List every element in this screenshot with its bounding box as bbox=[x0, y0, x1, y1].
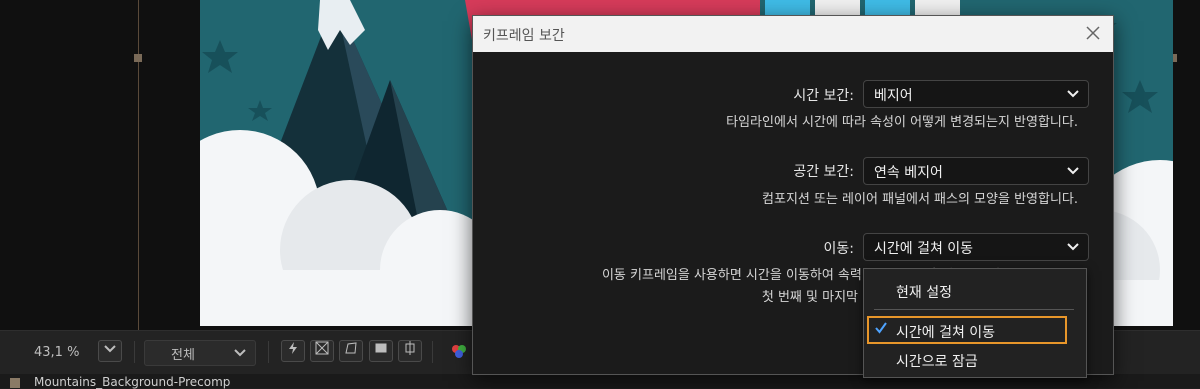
composition-swatch-icon bbox=[10, 378, 20, 388]
roving-label: 이동: bbox=[823, 241, 854, 257]
spatial-interpolation-value: 연속 베지어 bbox=[874, 165, 943, 181]
roving-value: 시간에 걸쳐 이동 bbox=[874, 241, 974, 257]
chevron-down-icon bbox=[234, 349, 246, 357]
toolbar-divider bbox=[268, 341, 269, 363]
chevron-down-icon bbox=[1067, 90, 1079, 98]
dropdown-item-rove-across-time[interactable]: 시간에 걸쳐 이동 bbox=[864, 318, 1086, 344]
checkmark-icon bbox=[875, 322, 887, 334]
roving-description-line2: 첫 번째 및 마지막 bbox=[761, 290, 858, 305]
roving-select[interactable]: 시간에 걸쳐 이동 bbox=[863, 233, 1089, 261]
zoom-dropdown-button[interactable] bbox=[98, 340, 122, 362]
dialog-titlebar[interactable]: 키프레임 보간 bbox=[473, 16, 1113, 52]
temporal-interpolation-select[interactable]: 베지어 bbox=[863, 80, 1089, 108]
timeline-tab-label: Mountains_Background-Precomp bbox=[34, 375, 231, 389]
chevron-down-icon bbox=[1067, 243, 1079, 251]
resolution-value: 전체 bbox=[171, 348, 195, 363]
zoom-level[interactable]: 43,1 % bbox=[34, 345, 79, 360]
layer-handle[interactable] bbox=[134, 54, 142, 62]
spatial-interpolation-select[interactable]: 연속 베지어 bbox=[863, 157, 1089, 185]
dropdown-divider bbox=[874, 309, 1074, 310]
mask-visibility-button[interactable] bbox=[339, 340, 363, 362]
roving-dropdown-menu: 현재 설정 시간에 걸쳐 이동 시간으로 잠금 bbox=[863, 268, 1087, 378]
grid-guides-button[interactable] bbox=[398, 340, 422, 362]
temporal-interpolation-description: 타임라인에서 시간에 따라 속성이 어떻게 변경되는지 반영합니다. bbox=[726, 115, 1078, 130]
region-of-interest-button[interactable] bbox=[369, 340, 393, 362]
dropdown-item-current-settings[interactable]: 현재 설정 bbox=[864, 278, 1086, 304]
chevron-down-icon bbox=[104, 345, 116, 353]
grid-icon bbox=[315, 341, 329, 355]
toolbar-divider bbox=[432, 341, 433, 363]
resolution-select[interactable]: 전체 bbox=[144, 340, 256, 366]
chevron-down-icon bbox=[1067, 167, 1079, 175]
region-icon bbox=[375, 343, 387, 353]
spatial-interpolation-description: 컴포지션 또는 레이어 패널에서 패스의 모양을 반영합니다. bbox=[762, 192, 1078, 207]
mask-path-icon bbox=[345, 342, 357, 354]
spatial-interpolation-label: 공간 보간: bbox=[793, 164, 854, 180]
temporal-interpolation-value: 베지어 bbox=[874, 88, 913, 104]
dropdown-item-lock-to-time[interactable]: 시간으로 잠금 bbox=[864, 347, 1086, 373]
lightning-icon bbox=[289, 342, 297, 354]
guide-line bbox=[138, 0, 139, 330]
dialog-title: 키프레임 보간 bbox=[483, 28, 565, 44]
fast-preview-button[interactable] bbox=[281, 340, 305, 362]
after-effects-window: 43,1 % 전체 Mountains_Background-Precomp 키… bbox=[0, 0, 1200, 389]
transparency-grid-button[interactable] bbox=[310, 340, 334, 362]
rgb-channels-icon[interactable] bbox=[450, 343, 468, 359]
temporal-interpolation-label: 시간 보간: bbox=[793, 88, 854, 104]
dropdown-item-label: 시간에 걸쳐 이동 bbox=[896, 325, 996, 341]
toolbar-divider bbox=[134, 341, 135, 363]
guides-icon bbox=[405, 341, 415, 355]
dropdown-item-label: 현재 설정 bbox=[896, 285, 952, 301]
close-icon[interactable] bbox=[1083, 23, 1103, 43]
dropdown-item-label: 시간으로 잠금 bbox=[896, 354, 978, 370]
